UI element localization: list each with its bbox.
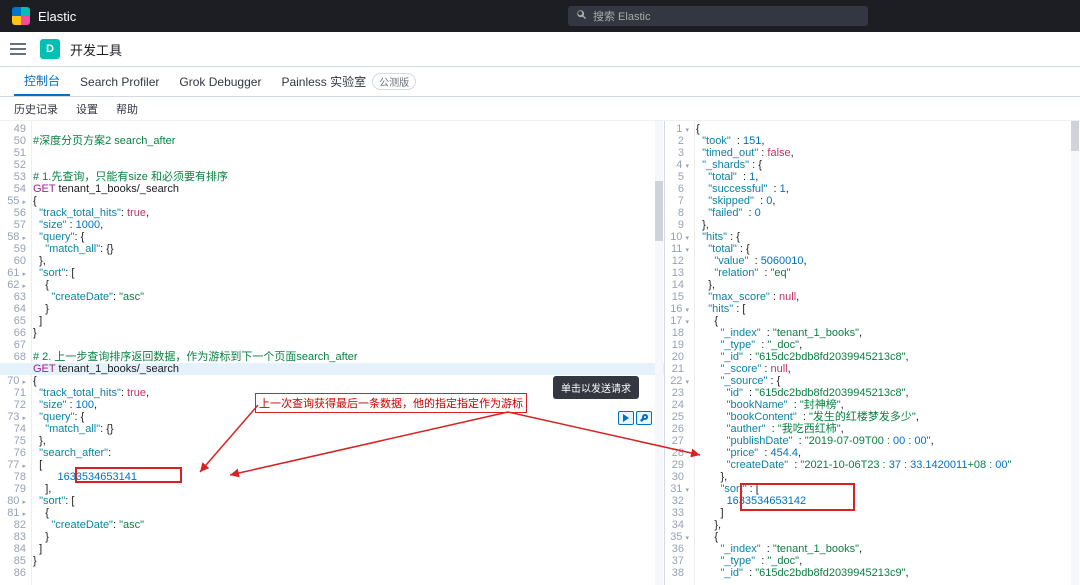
- right-scrollbar[interactable]: [1071, 121, 1079, 585]
- sub-history[interactable]: 历史记录: [14, 101, 58, 117]
- search-icon: [576, 9, 587, 23]
- tab-search-profiler[interactable]: Search Profiler: [70, 67, 169, 96]
- menu-icon[interactable]: [10, 43, 26, 55]
- left-code[interactable]: #深度分页方案2 search_after # 1.先查询，只能有size 和必…: [33, 123, 664, 579]
- sub-bar: 历史记录 设置 帮助: [0, 97, 1080, 121]
- request-actions: [618, 411, 652, 425]
- right-code: { "took" : 151, "timed_out" : false, "_s…: [696, 123, 1080, 579]
- breadcrumb[interactable]: 开发工具: [70, 40, 122, 59]
- play-button[interactable]: [618, 411, 634, 425]
- tab-bar: 控制台 Search Profiler Grok Debugger Painle…: [0, 67, 1080, 97]
- request-pane[interactable]: 49505152535455 ▸565758 ▸596061 ▸62 ▸6364…: [0, 121, 665, 585]
- tab-grok-debugger[interactable]: Grok Debugger: [169, 67, 271, 96]
- response-pane[interactable]: 1 ▾2 3 4 ▾5 6 7 8 9 10 ▾11 ▾12 13 14 15 …: [665, 121, 1080, 585]
- search-placeholder: 搜索 Elastic: [593, 8, 650, 24]
- tab-painless-lab[interactable]: Painless 实验室 公测版: [271, 67, 426, 96]
- editor-area: 49505152535455 ▸565758 ▸596061 ▸62 ▸6364…: [0, 121, 1080, 585]
- send-request-tooltip: 单击以发送请求: [553, 376, 639, 399]
- left-gutter: 49505152535455 ▸565758 ▸596061 ▸62 ▸6364…: [0, 121, 32, 585]
- app-badge[interactable]: D: [40, 39, 60, 59]
- elastic-logo-icon: [12, 7, 30, 25]
- nav-bar: D 开发工具: [0, 32, 1080, 67]
- sub-settings[interactable]: 设置: [76, 101, 98, 117]
- beta-badge: 公测版: [372, 73, 416, 90]
- callout-annotation: 上一次查询获得最后一条数据，他的指定指定作为游标: [255, 393, 527, 413]
- right-gutter: 1 ▾2 3 4 ▾5 6 7 8 9 10 ▾11 ▾12 13 14 15 …: [665, 121, 695, 585]
- brand-name: Elastic: [38, 9, 76, 24]
- wrench-button[interactable]: [636, 411, 652, 425]
- top-bar: Elastic 搜索 Elastic: [0, 0, 1080, 32]
- left-scrollbar[interactable]: [655, 121, 663, 585]
- tab-console[interactable]: 控制台: [14, 67, 70, 96]
- global-search[interactable]: 搜索 Elastic: [568, 6, 868, 26]
- sub-help[interactable]: 帮助: [116, 101, 138, 117]
